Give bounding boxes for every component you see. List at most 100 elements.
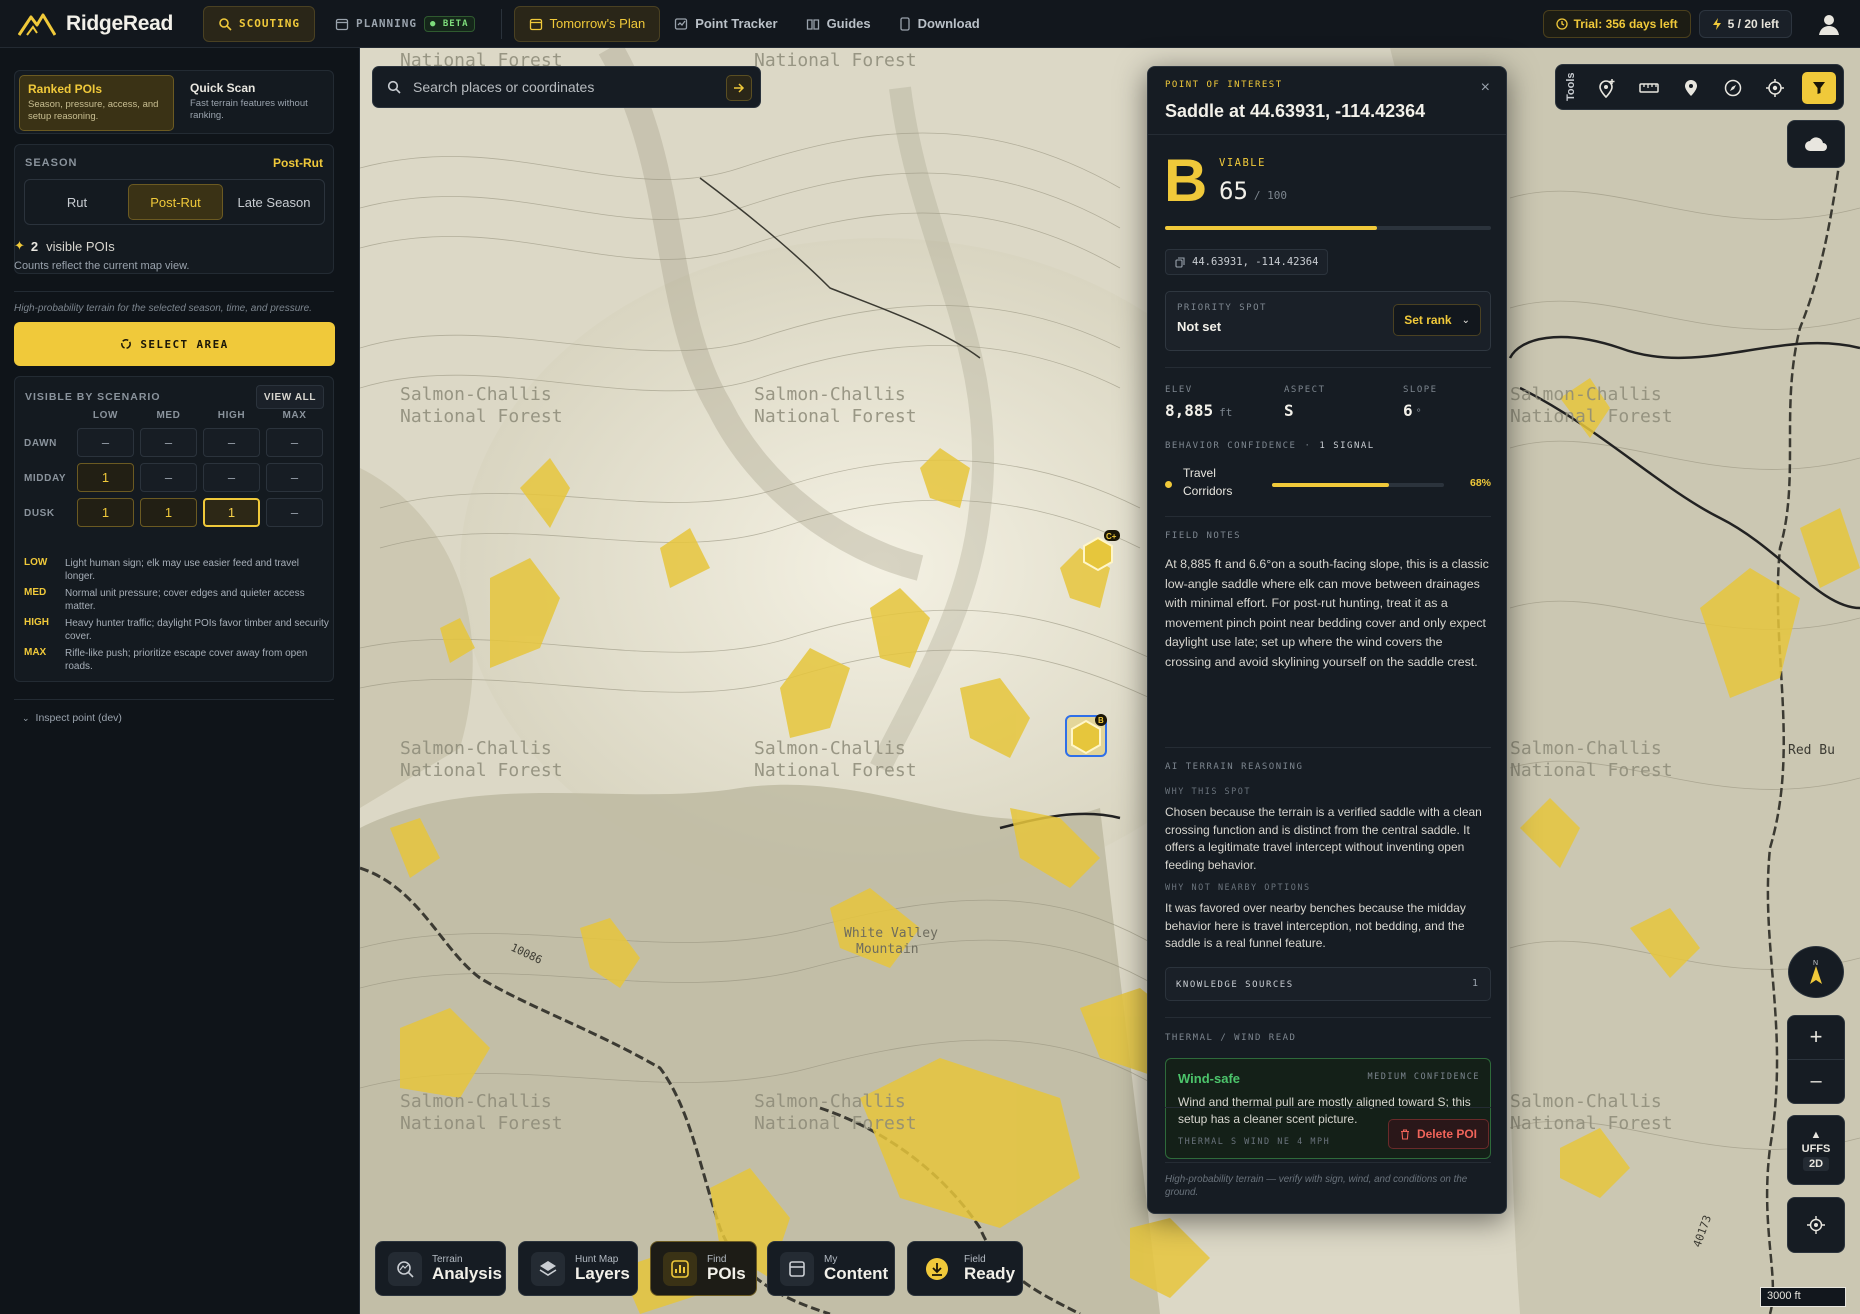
copy-icon [1175,256,1185,268]
mode-quick-scan[interactable]: Quick Scan Fast terrain features without… [182,75,330,131]
find-pois-icon [663,1251,697,1286]
credits-badge[interactable]: 5 / 20 left [1698,10,1792,38]
nav-point-tracker-label: Point Tracker [695,16,778,31]
topo-map[interactable]: Salmon-Challis National Forest Salmon-Ch… [360,48,1860,1314]
cell-midday-max[interactable]: – [266,463,323,492]
cell-dusk-max[interactable]: – [266,498,323,527]
nav-scouting-label: SCOUTING [239,17,300,30]
coords-chip[interactable]: 44.63931, -114.42364 [1165,249,1329,275]
forest-label: National Forest [754,760,917,781]
search-bar [372,66,761,108]
nav-point-tracker[interactable]: Point Tracker [660,6,791,42]
nav-planning[interactable]: PLANNING ● BETA [321,6,489,42]
delete-poi-button[interactable]: Delete POI [1387,1119,1489,1149]
view-all-button[interactable]: VIEW ALL [256,385,324,409]
dock-main: Layers [575,1264,630,1283]
dock-main: Analysis [432,1264,502,1283]
poi-marker-b-selected[interactable]: B [1065,714,1107,757]
set-rank-button[interactable]: Set rank ⌄ [1393,304,1481,336]
search-icon [387,80,401,94]
weather-button[interactable] [1787,120,1845,168]
close-icon[interactable]: × [1481,79,1490,97]
cell-dusk-med[interactable]: 1 [140,498,197,527]
zoom-out-button[interactable]: – [1788,1060,1844,1104]
col-high: HIGH [217,410,246,421]
dock-find-pois[interactable]: Find POIs [650,1241,757,1296]
slope-number: 6 [1403,401,1413,420]
marker-tool[interactable] [1676,73,1706,103]
my-location-button[interactable] [1787,1197,1845,1253]
select-area-button[interactable]: SELECT AREA [14,322,335,366]
inspect-point-label: Inspect point (dev) [35,712,122,724]
poi-detail-panel: POINT OF INTEREST × Saddle at 44.63931, … [1147,66,1507,1214]
season-current: Post-Rut [273,156,323,170]
season-option-late-season[interactable]: Late Season [226,184,322,220]
user-avatar-icon[interactable] [1816,11,1842,37]
forest-label: National Forest [1510,406,1673,427]
brand[interactable]: RidgeRead [0,11,195,37]
pin-plus-icon [1599,79,1615,98]
dock-terrain-analysis[interactable]: Terrain Analysis [375,1241,506,1296]
calendar-icon [335,18,349,30]
mode-ranked-pois[interactable]: Ranked POIs Season, pressure, access, an… [19,75,174,131]
trial-badge[interactable]: Trial: 356 days left [1542,10,1691,38]
cell-dawn-low[interactable]: – [77,428,134,457]
aspect-value: S [1284,401,1294,420]
delete-poi-label: Delete POI [1416,1127,1477,1141]
thermal-label: THERMAL / WIND READ [1165,1033,1297,1043]
cell-dawn-med[interactable]: – [140,428,197,457]
mode-quick-desc: Fast terrain features without ranking. [190,98,308,121]
navigate-tool[interactable] [1718,73,1748,103]
cell-midday-high[interactable]: – [203,463,260,492]
nav-guides[interactable]: Guides [792,6,885,42]
calendar-icon [529,18,542,30]
dock-layers[interactable]: Hunt Map Layers [518,1241,638,1296]
col-max: MAX [282,410,307,421]
crosshair-icon [1807,1216,1825,1234]
knowledge-count: 1 [1471,978,1478,989]
forest-label: National Forest [400,406,563,427]
forest-label: National Forest [400,1113,563,1134]
mode-ranked-desc: Season, pressure, access, and setup reas… [28,99,159,122]
map-pin-icon [1685,80,1697,96]
basemap-toggle[interactable]: ▲ UFFS 2D [1787,1115,1845,1185]
wind-meta: THERMAL S WIND NE 4 MPH [1178,1137,1331,1147]
dock-field-ready[interactable]: Field Ready [907,1241,1023,1296]
basemap-label: UFFS [1801,1143,1831,1155]
knowledge-sources-toggle[interactable]: KNOWLEDGE SOURCES 1 [1165,967,1491,1001]
legend-key-high: HIGH [24,617,49,628]
legend-key-max: MAX [24,647,47,658]
locate-tool[interactable] [1760,73,1790,103]
cell-dawn-max[interactable]: – [266,428,323,457]
nav-download[interactable]: Download [885,6,994,42]
add-pin-tool[interactable] [1592,73,1622,103]
cell-dusk-low[interactable]: 1 [77,498,134,527]
measure-tool[interactable] [1634,73,1664,103]
nav-scouting[interactable]: SCOUTING [203,5,315,42]
why-not-label: WHY NOT NEARBY OPTIONS [1165,883,1311,893]
terrain-hint: High-probability terrain for the selecte… [14,303,312,314]
search-submit-button[interactable] [726,75,752,101]
cell-midday-low[interactable]: 1 [77,463,134,492]
poi-viability: VIABLE [1219,157,1266,169]
compass-button[interactable]: N [1788,946,1844,998]
filter-tool[interactable] [1802,72,1836,104]
season-option-rut[interactable]: Rut [29,184,125,220]
poi-score: 65 / 100 [1219,177,1287,205]
visible-text: visible POIs [46,238,115,254]
cell-midday-med[interactable]: – [140,463,197,492]
nav-tomorrows-plan[interactable]: Tomorrow's Plan [513,5,661,42]
scenario-title: VISIBLE BY SCENARIO [25,391,161,403]
divider [1165,367,1491,368]
cell-dusk-high[interactable]: 1 [203,498,260,527]
map-canvas[interactable]: Salmon-Challis National Forest Salmon-Ch… [360,48,1860,1314]
season-option-post-rut[interactable]: Post-Rut [128,184,223,220]
poi-kicker: POINT OF INTEREST [1165,80,1283,90]
dock-my-content[interactable]: My Content [767,1241,895,1296]
inspect-point-toggle[interactable]: ⌄ Inspect point (dev) [22,712,122,724]
zoom-in-button[interactable]: + [1788,1016,1844,1060]
wind-title: Wind-safe [1178,1071,1240,1086]
priority-label: PRIORITY SPOT [1177,303,1267,313]
search-input[interactable] [413,79,703,95]
cell-dawn-high[interactable]: – [203,428,260,457]
